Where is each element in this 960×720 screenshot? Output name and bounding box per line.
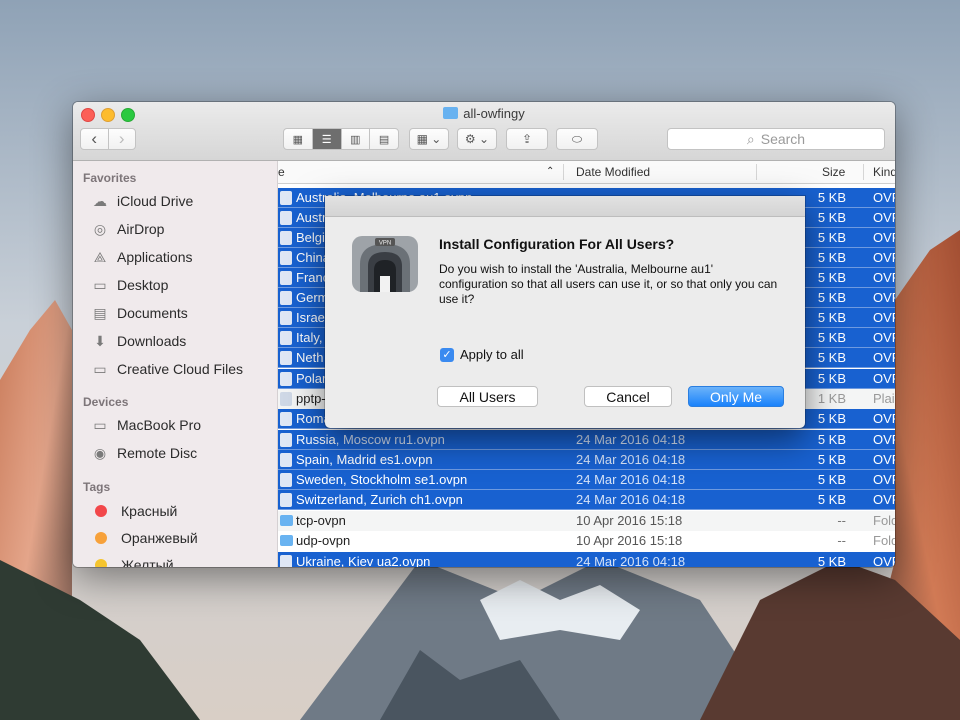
file-icon — [280, 211, 292, 225]
apply-to-all-checkbox[interactable]: ✓ Apply to all — [440, 347, 524, 362]
sidebar-item-macbook-pro[interactable]: ▭ MacBook Pro — [91, 415, 201, 435]
sidebar-header-favorites: Favorites — [83, 171, 137, 185]
tags-button[interactable]: ⬭ — [556, 128, 598, 150]
sidebar-item-creative-cloud-files[interactable]: ▭ Creative Cloud Files — [91, 359, 243, 379]
disc-icon: ◉ — [93, 444, 107, 461]
share-icon: ⇪ — [521, 132, 533, 146]
file-icon — [280, 191, 292, 205]
only-me-button[interactable]: Only Me — [688, 386, 784, 407]
orange-tag-dot-icon — [95, 532, 107, 544]
sort-ascending-icon: ⌃ — [546, 166, 555, 177]
column-view-button[interactable]: ▥ — [340, 129, 370, 149]
applications-icon: ⟁ — [93, 248, 107, 265]
sidebar-tag-yellow[interactable]: Желтый — [91, 555, 174, 567]
folder-icon — [443, 107, 459, 119]
icon-view-button[interactable]: ▦ — [284, 129, 312, 149]
table-row[interactable]: udp-ovpn 10 Apr 2016 15:18 -- Fold — [278, 531, 895, 551]
file-icon — [280, 331, 292, 345]
tag-icon: ⬭ — [571, 131, 583, 146]
column-separator — [563, 164, 564, 180]
install-configuration-dialog: VPN Install Configuration For All Users?… — [325, 196, 805, 428]
arrange-icon: ▦ ⌄ — [416, 132, 442, 146]
file-icon — [280, 555, 292, 567]
sidebar-item-applications[interactable]: ⟁ Applications — [91, 247, 193, 267]
column-header-size[interactable]: Size — [822, 165, 845, 179]
file-icon — [280, 291, 292, 305]
file-icon — [280, 453, 292, 467]
file-icon — [280, 473, 292, 487]
sidebar-item-airdrop[interactable]: ◎ AirDrop — [91, 219, 165, 239]
sidebar-item-documents[interactable]: ▤ Documents — [91, 303, 187, 323]
forward-button[interactable]: › — [107, 129, 136, 149]
folder-icon — [280, 515, 293, 526]
list-view-button[interactable]: ☰ — [311, 129, 341, 149]
window-titlebar: all-owfingy ‹ › ▦ ☰ ▥ ▤ ▦ ⌄ ⚙ ⌄ ⇪ ⬭ ⌕ Sea… — [73, 102, 895, 161]
cloud-icon: ☁ — [93, 192, 107, 209]
column-header-kind[interactable]: Kind — [873, 165, 895, 179]
column-header-name[interactable]: e — [278, 165, 285, 179]
sidebar-item-remote-disc[interactable]: ◉ Remote Disc — [91, 443, 197, 463]
airdrop-icon: ◎ — [93, 220, 107, 237]
file-icon — [280, 311, 292, 325]
all-users-button[interactable]: All Users — [437, 386, 538, 407]
view-mode-control: ▦ ☰ ▥ ▤ — [283, 128, 399, 150]
checkmark-icon: ✓ — [440, 347, 454, 362]
documents-icon: ▤ — [93, 304, 107, 321]
cancel-button[interactable]: Cancel — [584, 386, 672, 407]
gear-icon: ⚙ ⌄ — [464, 132, 490, 146]
sidebar-tag-red[interactable]: Красный — [91, 501, 177, 521]
share-button[interactable]: ⇪ — [506, 128, 548, 150]
dialog-title: Install Configuration For All Users? — [439, 236, 675, 252]
column-separator — [756, 164, 757, 180]
desktop-icon: ▭ — [93, 276, 107, 293]
column-separator — [863, 164, 864, 180]
file-icon — [280, 231, 292, 245]
action-button[interactable]: ⚙ ⌄ — [457, 128, 497, 150]
tunnelblick-vpn-icon: VPN — [352, 236, 418, 292]
coverflow-view-button[interactable]: ▤ — [369, 129, 398, 149]
sidebar-tag-orange[interactable]: Оранжевый — [91, 528, 198, 548]
window-title: all-owfingy — [73, 106, 895, 121]
yellow-tag-dot-icon — [95, 559, 107, 567]
search-icon: ⌕ — [746, 130, 755, 147]
table-row[interactable]: Switzerland, Zurich ch1.ovpn 24 Mar 2016 … — [278, 490, 895, 510]
back-button[interactable]: ‹ — [81, 129, 108, 149]
laptop-icon: ▭ — [93, 416, 107, 433]
table-row[interactable]: tcp-ovpn 10 Apr 2016 15:18 -- Fold — [278, 511, 895, 531]
dialog-message: Do you wish to install the 'Australia, M… — [439, 262, 778, 306]
file-icon — [280, 493, 292, 507]
file-icon — [280, 392, 292, 406]
sidebar: Favorites ☁ iCloud Drive ◎ AirDrop ⟁ Applic… — [73, 161, 278, 567]
sidebar-header-devices: Devices — [83, 395, 129, 409]
table-row[interactable]: Russia, Moscow ru1.ovpn 24 Mar 2016 04:18… — [278, 430, 895, 450]
dialog-titlebar — [325, 196, 805, 217]
sidebar-item-desktop[interactable]: ▭ Desktop — [91, 275, 168, 295]
file-icon — [280, 271, 292, 285]
downloads-icon: ⬇ — [94, 332, 106, 349]
sidebar-item-downloads[interactable]: ⬇ Downloads — [91, 331, 186, 351]
table-row[interactable]: Spain, Madrid es1.ovpn 24 Mar 2016 04:18 5… — [278, 450, 895, 470]
table-row[interactable]: Ukraine, Kiev ua2.ovpn 24 Mar 2016 04:18 5… — [278, 552, 895, 567]
file-icon — [280, 251, 292, 265]
file-icon — [280, 351, 292, 365]
list-header: e ⌃ Date Modified Size Kind — [278, 161, 895, 184]
file-icon — [280, 433, 292, 447]
file-icon — [280, 372, 292, 386]
column-header-date-modified[interactable]: Date Modified — [576, 165, 650, 179]
table-row[interactable]: Sweden, Stockholm se1.ovpn 24 Mar 2016 04… — [278, 470, 895, 490]
search-field[interactable]: ⌕ Search — [667, 128, 885, 150]
folder-icon — [280, 535, 293, 546]
vpn-label: VPN — [379, 241, 391, 247]
arrange-button[interactable]: ▦ ⌄ — [409, 128, 449, 150]
back-forward-control: ‹ › — [80, 128, 136, 150]
sidebar-header-tags: Tags — [83, 480, 111, 494]
red-tag-dot-icon — [95, 505, 107, 517]
folder-icon: ▭ — [93, 360, 107, 377]
sidebar-item-icloud-drive[interactable]: ☁ iCloud Drive — [91, 191, 193, 211]
file-icon — [280, 412, 292, 426]
